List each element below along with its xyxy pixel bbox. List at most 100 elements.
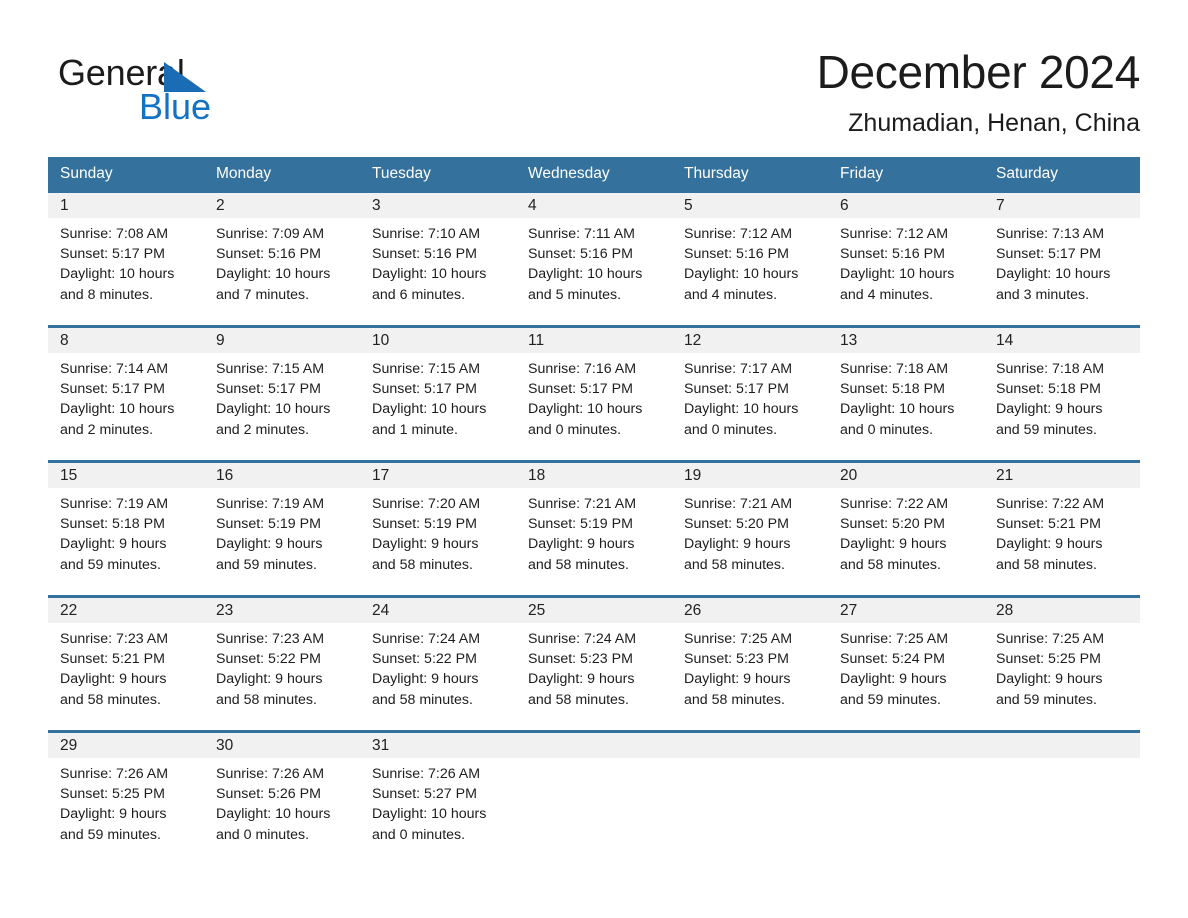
day-number: 4 xyxy=(528,197,537,214)
day-cell[interactable]: 25 Sunrise: 7:24 AM Sunset: 5:23 PM Dayli… xyxy=(516,598,672,730)
weekday-header-thursday: Thursday xyxy=(684,165,749,182)
day-number xyxy=(684,733,824,758)
day-cell[interactable]: 10 Sunrise: 7:15 AM Sunset: 5:17 PM Dayli… xyxy=(360,328,516,460)
week-row: 22 Sunrise: 7:23 AM Sunset: 5:21 PM Dayli… xyxy=(48,595,1140,730)
day-sun-info: Sunrise: 7:14 AM Sunset: 5:17 PM Dayligh… xyxy=(60,361,175,438)
day-number: 29 xyxy=(60,737,78,754)
day-number: 30 xyxy=(216,737,234,754)
day-cell[interactable]: 4 Sunrise: 7:11 AM Sunset: 5:16 PM Daylig… xyxy=(516,193,672,325)
day-cell[interactable]: 15 Sunrise: 7:19 AM Sunset: 5:18 PM Dayli… xyxy=(48,463,204,595)
day-cell[interactable]: 17 Sunrise: 7:20 AM Sunset: 5:19 PM Dayli… xyxy=(360,463,516,595)
page-header: General Blue December 2024 Zhumadian, He… xyxy=(48,44,1140,144)
day-sun-info: Sunrise: 7:10 AM Sunset: 5:16 PM Dayligh… xyxy=(372,226,487,303)
day-sun-info: Sunrise: 7:17 AM Sunset: 5:17 PM Dayligh… xyxy=(684,361,799,438)
day-cell[interactable]: 3 Sunrise: 7:10 AM Sunset: 5:16 PM Daylig… xyxy=(360,193,516,325)
calendar-page: General Blue December 2024 Zhumadian, He… xyxy=(0,0,1188,918)
day-number: 9 xyxy=(216,332,225,349)
day-sun-info: Sunrise: 7:16 AM Sunset: 5:17 PM Dayligh… xyxy=(528,361,643,438)
weekday-header-sunday: Sunday xyxy=(60,165,113,182)
day-cell[interactable]: 13 Sunrise: 7:18 AM Sunset: 5:18 PM Dayli… xyxy=(828,328,984,460)
day-number: 31 xyxy=(372,737,390,754)
day-number: 25 xyxy=(528,602,546,619)
day-cell[interactable]: 2 Sunrise: 7:09 AM Sunset: 5:16 PM Daylig… xyxy=(204,193,360,325)
day-sun-info: Sunrise: 7:19 AM Sunset: 5:19 PM Dayligh… xyxy=(216,496,325,573)
day-number: 26 xyxy=(684,602,702,619)
day-sun-info: Sunrise: 7:25 AM Sunset: 5:25 PM Dayligh… xyxy=(996,631,1105,708)
day-cell[interactable]: 20 Sunrise: 7:22 AM Sunset: 5:20 PM Dayli… xyxy=(828,463,984,595)
week-row: 8 Sunrise: 7:14 AM Sunset: 5:17 PM Daylig… xyxy=(48,325,1140,460)
day-cell[interactable]: 30 Sunrise: 7:26 AM Sunset: 5:26 PM Dayli… xyxy=(204,733,360,865)
weekday-header-monday: Monday xyxy=(216,165,272,182)
day-number: 12 xyxy=(684,332,702,349)
day-cell[interactable]: 22 Sunrise: 7:23 AM Sunset: 5:21 PM Dayli… xyxy=(48,598,204,730)
day-number xyxy=(528,733,668,758)
day-cell[interactable]: 8 Sunrise: 7:14 AM Sunset: 5:17 PM Daylig… xyxy=(48,328,204,460)
day-cell[interactable]: 27 Sunrise: 7:25 AM Sunset: 5:24 PM Dayli… xyxy=(828,598,984,730)
day-number: 18 xyxy=(528,467,546,484)
day-cell[interactable]: 6 Sunrise: 7:12 AM Sunset: 5:16 PM Daylig… xyxy=(828,193,984,325)
day-sun-info: Sunrise: 7:18 AM Sunset: 5:18 PM Dayligh… xyxy=(840,361,955,438)
day-sun-info: Sunrise: 7:22 AM Sunset: 5:20 PM Dayligh… xyxy=(840,496,949,573)
day-number: 17 xyxy=(372,467,390,484)
day-number: 21 xyxy=(996,467,1014,484)
day-cell[interactable]: 28 Sunrise: 7:25 AM Sunset: 5:25 PM Dayli… xyxy=(984,598,1140,730)
title-block: December 2024 Zhumadian, Henan, China xyxy=(440,44,1141,138)
day-cell[interactable]: 14 Sunrise: 7:18 AM Sunset: 5:18 PM Dayli… xyxy=(984,328,1140,460)
day-cell[interactable]: 18 Sunrise: 7:21 AM Sunset: 5:19 PM Dayli… xyxy=(516,463,672,595)
day-sun-info: Sunrise: 7:11 AM Sunset: 5:16 PM Dayligh… xyxy=(528,226,643,303)
page-title: December 2024 xyxy=(816,46,1141,98)
week-row: 29 Sunrise: 7:26 AM Sunset: 5:25 PM Dayli… xyxy=(48,730,1140,865)
day-sun-info: Sunrise: 7:21 AM Sunset: 5:20 PM Dayligh… xyxy=(684,496,793,573)
day-sun-info: Sunrise: 7:23 AM Sunset: 5:22 PM Dayligh… xyxy=(216,631,325,708)
day-number: 24 xyxy=(372,602,390,619)
day-cell[interactable]: 9 Sunrise: 7:15 AM Sunset: 5:17 PM Daylig… xyxy=(204,328,360,460)
weekday-header-saturday: Saturday xyxy=(996,165,1059,182)
day-cell[interactable]: 19 Sunrise: 7:21 AM Sunset: 5:20 PM Dayli… xyxy=(672,463,828,595)
day-sun-info: Sunrise: 7:18 AM Sunset: 5:18 PM Dayligh… xyxy=(996,361,1105,438)
day-number: 20 xyxy=(840,467,858,484)
day-cell[interactable]: 29 Sunrise: 7:26 AM Sunset: 5:25 PM Dayli… xyxy=(48,733,204,865)
day-cell[interactable]: 24 Sunrise: 7:24 AM Sunset: 5:22 PM Dayli… xyxy=(360,598,516,730)
day-sun-info: Sunrise: 7:19 AM Sunset: 5:18 PM Dayligh… xyxy=(60,496,169,573)
day-number: 13 xyxy=(840,332,858,349)
day-sun-info: Sunrise: 7:24 AM Sunset: 5:23 PM Dayligh… xyxy=(528,631,637,708)
day-cell[interactable]: 21 Sunrise: 7:22 AM Sunset: 5:21 PM Dayli… xyxy=(984,463,1140,595)
day-sun-info: Sunrise: 7:21 AM Sunset: 5:19 PM Dayligh… xyxy=(528,496,637,573)
day-cell[interactable]: 1 Sunrise: 7:08 AM Sunset: 5:17 PM Daylig… xyxy=(48,193,204,325)
day-number: 22 xyxy=(60,602,78,619)
day-cell-empty xyxy=(516,733,672,865)
day-number xyxy=(840,733,980,758)
day-cell[interactable]: 12 Sunrise: 7:17 AM Sunset: 5:17 PM Dayli… xyxy=(672,328,828,460)
day-number xyxy=(996,733,1136,758)
day-cell[interactable]: 31 Sunrise: 7:26 AM Sunset: 5:27 PM Dayli… xyxy=(360,733,516,865)
weekday-header-friday: Friday xyxy=(840,165,884,182)
day-cell-empty xyxy=(828,733,984,865)
day-number: 23 xyxy=(216,602,234,619)
day-cell[interactable]: 26 Sunrise: 7:25 AM Sunset: 5:23 PM Dayli… xyxy=(672,598,828,730)
day-number: 1 xyxy=(60,197,69,214)
day-cell[interactable]: 5 Sunrise: 7:12 AM Sunset: 5:16 PM Daylig… xyxy=(672,193,828,325)
day-sun-info: Sunrise: 7:26 AM Sunset: 5:27 PM Dayligh… xyxy=(372,766,487,843)
day-number: 16 xyxy=(216,467,234,484)
day-cell[interactable]: 7 Sunrise: 7:13 AM Sunset: 5:17 PM Daylig… xyxy=(984,193,1140,325)
week-row: 1 Sunrise: 7:08 AM Sunset: 5:17 PM Daylig… xyxy=(48,190,1140,325)
day-number: 7 xyxy=(996,197,1005,214)
day-number: 11 xyxy=(528,332,545,349)
day-cell[interactable]: 16 Sunrise: 7:19 AM Sunset: 5:19 PM Dayli… xyxy=(204,463,360,595)
general-blue-logo: General Blue xyxy=(58,52,318,138)
page-subtitle: Zhumadian, Henan, China xyxy=(848,109,1140,137)
day-number: 6 xyxy=(840,197,849,214)
day-number: 15 xyxy=(60,467,78,484)
day-sun-info: Sunrise: 7:26 AM Sunset: 5:26 PM Dayligh… xyxy=(216,766,331,843)
day-sun-info: Sunrise: 7:26 AM Sunset: 5:25 PM Dayligh… xyxy=(60,766,169,843)
week-row: 15 Sunrise: 7:19 AM Sunset: 5:18 PM Dayli… xyxy=(48,460,1140,595)
day-number: 19 xyxy=(684,467,702,484)
logo-text-blue: Blue xyxy=(139,86,212,127)
day-cell[interactable]: 23 Sunrise: 7:23 AM Sunset: 5:22 PM Dayli… xyxy=(204,598,360,730)
day-number: 10 xyxy=(372,332,390,349)
day-cell[interactable]: 11 Sunrise: 7:16 AM Sunset: 5:17 PM Dayli… xyxy=(516,328,672,460)
day-number: 5 xyxy=(684,197,693,214)
weekday-header-row: Sunday Monday Tuesday Wednesday Thursday… xyxy=(48,157,1140,190)
weekday-header-tuesday: Tuesday xyxy=(372,165,431,182)
day-number: 3 xyxy=(372,197,381,214)
